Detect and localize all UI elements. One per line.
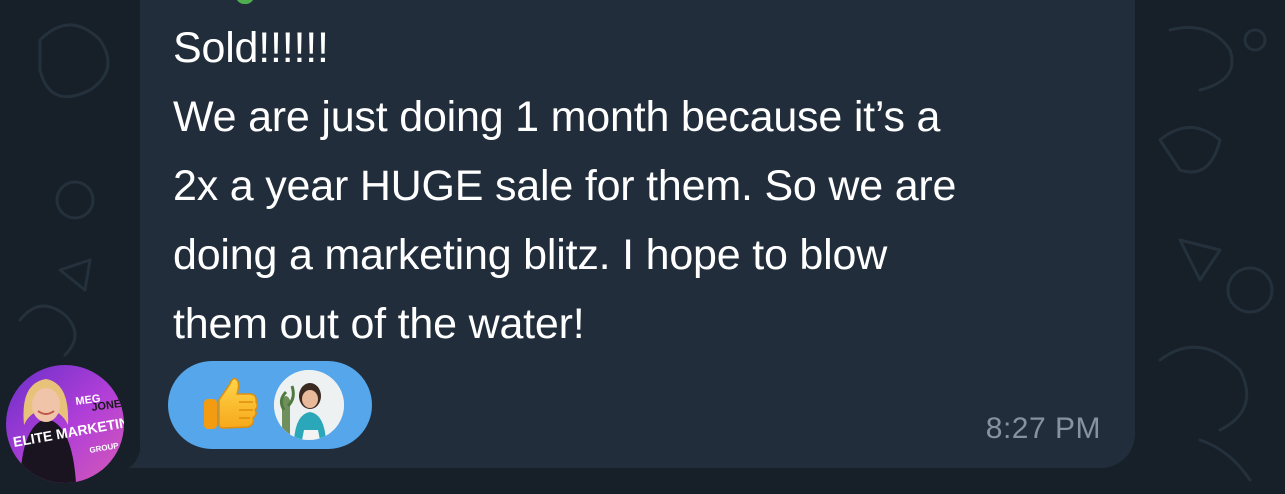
message-line: them out of the water! xyxy=(173,300,585,348)
reactor-avatar[interactable] xyxy=(274,370,344,440)
elite-marketing-logo: MEG JONES ELITE MARKETING GROUP xyxy=(6,365,124,483)
message-line: We are just doing 1 month because it’s a xyxy=(173,93,941,141)
sender-avatar[interactable]: MEG JONES ELITE MARKETING GROUP xyxy=(6,365,124,483)
bubble-tail xyxy=(128,440,154,468)
message-line: doing a marketing blitz. I hope to blow xyxy=(173,231,888,279)
thumbs-up-icon[interactable] xyxy=(199,372,263,436)
message-text: Sold!!!!!! We are just doing 1 month bec… xyxy=(173,14,1113,359)
message-line: 2x a year HUGE sale for them. So we are xyxy=(173,162,957,210)
message-timestamp: 8:27 PM xyxy=(985,412,1101,445)
message-line: Sold!!!!!! xyxy=(173,24,329,72)
